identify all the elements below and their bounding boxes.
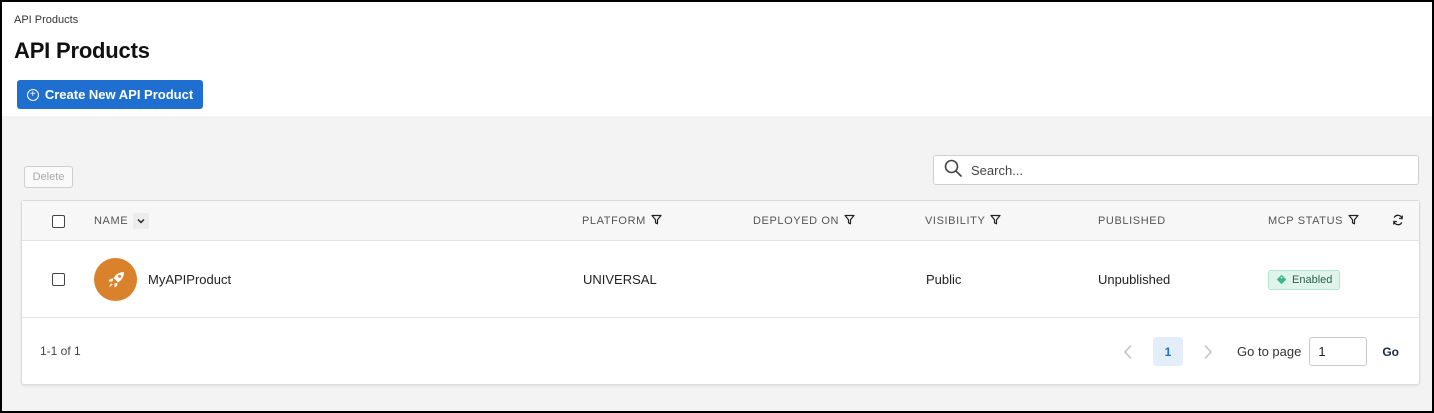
rocket-icon xyxy=(108,271,124,287)
page-header: API Products API Products + Create New A… xyxy=(2,2,1432,116)
filter-icon[interactable] xyxy=(990,214,1002,228)
search-icon xyxy=(944,159,962,182)
content-area: Delete NAME PLATFORM xyxy=(2,116,1432,411)
visibility-cell: Public xyxy=(926,272,962,287)
refresh-cell xyxy=(1392,201,1404,241)
search-box[interactable] xyxy=(933,155,1419,185)
create-button-label: Create New API Product xyxy=(44,87,194,102)
name-cell: MyAPIProduct xyxy=(94,241,231,318)
table-footer: 1-1 of 1 1 Go to page Go xyxy=(22,318,1419,384)
product-avatar xyxy=(94,258,137,301)
column-header-mcp-status[interactable]: MCP STATUS xyxy=(1268,201,1359,241)
filter-icon[interactable] xyxy=(1348,214,1359,228)
delete-button[interactable]: Delete xyxy=(24,166,73,188)
published-cell: Unpublished xyxy=(1098,272,1171,287)
range-text: 1-1 of 1 xyxy=(40,344,81,358)
goto-page-input[interactable] xyxy=(1309,337,1368,366)
refresh-icon[interactable] xyxy=(1392,214,1404,229)
row-checkbox[interactable] xyxy=(52,273,65,286)
platform-cell: UNIVERSAL xyxy=(583,272,657,287)
column-label-visibility: VISIBILITY xyxy=(925,215,986,227)
column-label-published: PUBLISHED xyxy=(1098,215,1166,227)
column-label-deployed-on: DEPLOYED ON xyxy=(753,215,840,227)
goto-page-label: Go to page xyxy=(1237,344,1302,359)
select-all-checkbox[interactable] xyxy=(52,214,65,228)
go-button[interactable]: Go xyxy=(1382,345,1399,359)
pagination: 1 Go to page Go xyxy=(1103,337,1399,366)
column-label-name: NAME xyxy=(94,215,129,227)
row-select-cell xyxy=(52,241,65,318)
page-title: API Products xyxy=(14,38,150,63)
search-input[interactable] xyxy=(971,162,1401,178)
column-header-published: PUBLISHED xyxy=(1098,201,1166,241)
tag-icon xyxy=(1276,274,1287,285)
column-label-platform: PLATFORM xyxy=(582,215,646,227)
status-badge: Enabled xyxy=(1268,269,1341,290)
mcp-status-cell: Enabled xyxy=(1268,241,1341,318)
status-badge-label: Enabled xyxy=(1292,273,1333,286)
product-name-link[interactable]: MyAPIProduct xyxy=(148,272,231,287)
api-products-table: NAME PLATFORM DEPLOYED ON VISIBILITY PUB… xyxy=(21,200,1420,385)
chevron-down-icon[interactable] xyxy=(133,213,150,229)
filter-icon[interactable] xyxy=(844,214,855,228)
select-all-cell xyxy=(52,201,65,241)
column-header-platform[interactable]: PLATFORM xyxy=(582,201,662,241)
breadcrumb[interactable]: API Products xyxy=(14,14,78,26)
create-api-product-button[interactable]: + Create New API Product xyxy=(17,80,203,109)
column-label-mcp-status: MCP STATUS xyxy=(1268,215,1344,227)
chevron-left-icon[interactable] xyxy=(1117,341,1139,363)
table-header: NAME PLATFORM DEPLOYED ON VISIBILITY PUB… xyxy=(22,201,1419,241)
column-header-deployed-on[interactable]: DEPLOYED ON xyxy=(753,201,855,241)
column-header-visibility[interactable]: VISIBILITY xyxy=(925,201,1002,241)
page-button-current[interactable]: 1 xyxy=(1153,337,1183,366)
plus-circle-icon: + xyxy=(26,88,39,101)
table-row[interactable]: MyAPIProduct UNIVERSAL Public Unpublishe… xyxy=(22,241,1419,318)
app-window: API Products API Products + Create New A… xyxy=(0,0,1434,413)
filter-icon[interactable] xyxy=(651,214,662,228)
column-header-name[interactable]: NAME xyxy=(94,201,150,241)
chevron-right-icon[interactable] xyxy=(1197,341,1219,363)
